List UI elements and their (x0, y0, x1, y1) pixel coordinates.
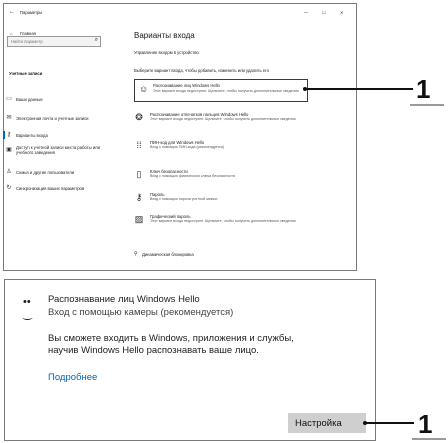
page-prompt: Выберите вариант входа, чтобы добавить, … (134, 68, 269, 73)
option-desc: Вход с помощью пароля учетной записи (150, 197, 218, 201)
page-subtitle: Управление входом в устройство (134, 50, 199, 55)
picture-icon: ▨ (134, 214, 144, 224)
callout-underline (410, 104, 444, 106)
learn-more-link[interactable]: Подробнее (48, 372, 97, 384)
callout-number: 1 (416, 74, 431, 104)
security-key-option[interactable]: ▯ Ключ безопасности Вход с помощью физиче… (134, 169, 235, 179)
option-desc: Вход с помощью ПИН-кода (рекомендуется) (150, 145, 224, 149)
fingerprint-icon: ❂ (135, 112, 143, 122)
panel-title: Распознавание лиц Windows Hello (48, 294, 200, 305)
panel-subtitle: Вход с помощью камеры (рекомендуется) (48, 307, 234, 318)
people-icon: ♙ (6, 169, 12, 175)
sidebar-item-sync[interactable]: ↻ Синхронизация ваших параметров (6, 185, 84, 191)
password-option[interactable]: ⚷ Пароль Вход с помощью пароля учетной за… (134, 192, 218, 202)
maximize-button[interactable]: ☐ (322, 10, 326, 15)
callout-underline (412, 438, 446, 440)
briefcase-icon: ▣ (6, 147, 12, 153)
sidebar-item-label: Электронная почта и учетные записи (16, 115, 89, 121)
sidebar-item-family[interactable]: ♙ Семья и другие пользователи (6, 169, 74, 175)
callout-number: 1 (418, 409, 433, 439)
setup-button[interactable]: Настройка (288, 413, 366, 433)
window-title: Параметры (20, 10, 43, 15)
sidebar-item-your-info[interactable]: ▭ Ваши данные (6, 96, 43, 102)
lock-icon: ⚲ (134, 251, 138, 257)
security-key-icon: ▯ (136, 169, 142, 179)
fingerprint-option[interactable]: ❂ Распознавание отпечатков пальцев Windo… (134, 112, 296, 122)
sidebar-item-email[interactable]: ✉ Электронная почта и учетные записи (6, 115, 89, 121)
close-button[interactable]: ✕ (340, 10, 344, 15)
callout-line (366, 422, 414, 424)
dynamic-lock-heading[interactable]: Динамическая блокировка (142, 252, 194, 257)
page-title: Варианты входа (134, 31, 195, 40)
title-bar: ← Параметры — ☐ ✕ (4, 4, 356, 22)
face-icon: ☺ (139, 84, 149, 94)
sync-icon: ↻ (6, 185, 12, 191)
sidebar-item-label: Варианты входа (16, 132, 48, 138)
option-title: Распознавание лиц Windows Hello (153, 83, 220, 88)
option-desc: Вход с помощью физического ключа безопас… (150, 174, 235, 178)
active-indicator (3, 131, 5, 139)
option-desc: Этот вариант входа недоступен. Щелкните,… (150, 117, 296, 121)
sidebar-section-title: Учетные записи (9, 71, 43, 76)
face-recognition-option[interactable]: ☺ Распознавание лиц Windows Hello Этот в… (134, 79, 308, 102)
option-desc: Этот вариант входа недоступен. Щелкните,… (150, 219, 296, 223)
sidebar-item-label: Синхронизация ваших параметров (16, 185, 85, 191)
pin-icon: ⁞⁞ (136, 140, 142, 150)
envelope-icon: ✉ (6, 115, 12, 121)
person-card-icon: ▭ (6, 96, 12, 102)
search-icon[interactable]: ⌕ (95, 37, 98, 43)
picture-password-option[interactable]: ▨ Графический пароль Этот вариант входа н… (134, 214, 296, 224)
sidebar-item-label: Доступ к учетной записи места работы или… (16, 145, 100, 155)
search-input[interactable]: Найти параметр ⌕ (7, 36, 101, 47)
callout-line (305, 88, 413, 90)
face-icon: •• ‿ (23, 296, 32, 320)
back-arrow-icon[interactable]: ← (9, 9, 15, 15)
key-icon: ⚷ (135, 192, 143, 202)
search-placeholder: Найти параметр (11, 39, 43, 44)
sidebar-item-label: Семья и другие пользователи (16, 169, 75, 175)
sidebar-item-label: Ваши данные (16, 96, 43, 102)
sidebar-item-work-access[interactable]: ▣ Доступ к учетной записи места работы и… (6, 145, 111, 155)
panel-body-line2: научив Windows Hello распознавать ваше л… (48, 345, 259, 356)
option-desc: Этот вариант входа недоступен. Щелкните,… (153, 89, 299, 93)
key-icon: ⚷ (6, 132, 12, 138)
pin-option[interactable]: ⁞⁞ ПИН-код для Windows Hello Вход с помощ… (134, 140, 224, 150)
sidebar-item-sign-in-options[interactable]: ⚷ Варианты входа (6, 132, 48, 138)
panel-body-line1: Вы сможете входить в Windows, приложения… (48, 333, 294, 344)
minimize-button[interactable]: — (304, 10, 308, 15)
